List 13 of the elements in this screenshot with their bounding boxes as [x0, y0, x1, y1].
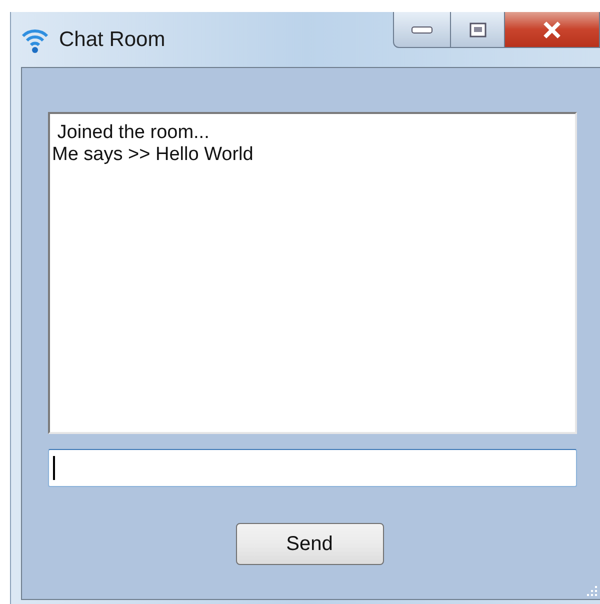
text-cursor [53, 456, 55, 480]
minimize-button[interactable] [393, 12, 451, 48]
maximize-icon [468, 22, 486, 38]
maximize-button[interactable] [451, 12, 505, 48]
chat-message: Me says >> Hello World [52, 144, 254, 166]
message-input-field[interactable] [48, 449, 577, 487]
send-button[interactable]: Send [236, 523, 384, 565]
close-icon [542, 20, 562, 38]
minimize-icon [411, 26, 433, 34]
close-button[interactable] [505, 12, 600, 48]
resize-grip-icon[interactable] [584, 583, 598, 597]
window-title: Chat Room [59, 28, 166, 52]
chat-message: Joined the room... [56, 122, 210, 144]
